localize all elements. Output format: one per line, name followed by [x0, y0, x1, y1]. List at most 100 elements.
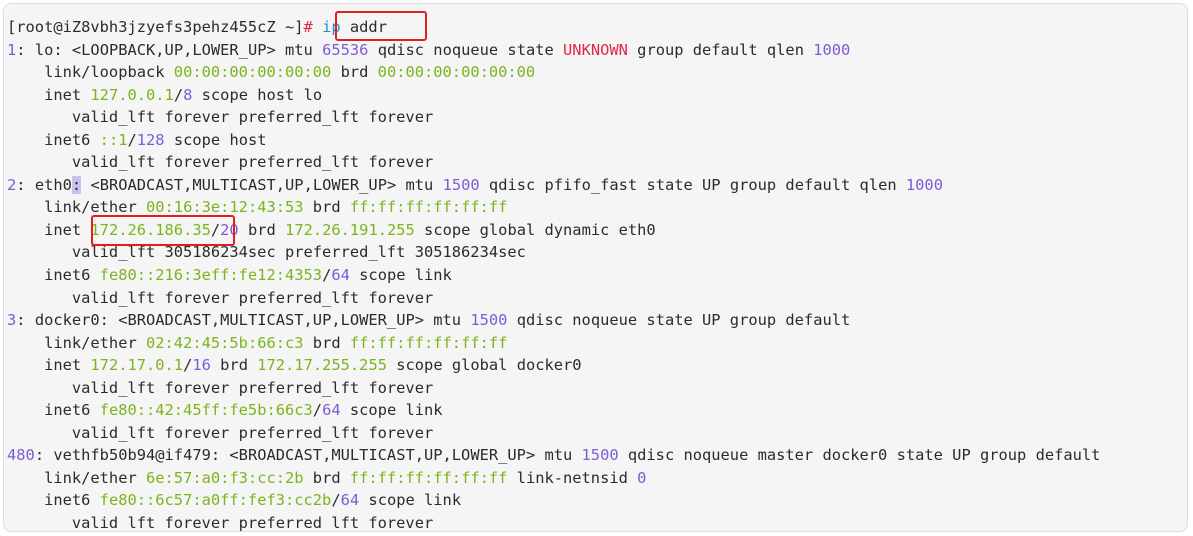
terminal-text-segment: scope host lo [192, 85, 323, 104]
terminal-text-segment: brd [303, 198, 350, 217]
terminal-text-segment: <BROADCAST,MULTICAST,UP,LOWER_UP> [90, 175, 397, 194]
terminal-text-segment: 1500 [581, 446, 619, 465]
terminal-window[interactable]: [root@iZ8vbh3jzyefs3pehz455cZ ~]# ip add… [3, 3, 1188, 532]
terminal-line: inet 172.26.186.35/20 brd 172.26.191.255… [7, 219, 1100, 242]
terminal-text-segment: 16 [192, 356, 211, 375]
terminal-text-segment: 02:42:45:5b:66:c3 [146, 333, 304, 352]
terminal-text-segment: 480 [7, 446, 35, 465]
terminal-text-segment: brd [238, 220, 286, 239]
terminal-text-segment: group default qlen [627, 40, 814, 59]
terminal-text-segment: link/loopback [7, 63, 174, 82]
terminal-text-segment: 3 [7, 311, 17, 330]
terminal-text-segment: scope global docker0 [386, 356, 582, 375]
terminal-text-segment: inet6 [7, 130, 100, 149]
terminal-text-segment: brd [331, 63, 378, 82]
terminal-line: inet6 fe80::216:3eff:fe12:4353/64 scope … [7, 264, 1100, 287]
terminal-text-segment: scope global dynamic eth0 [414, 220, 656, 239]
terminal-text-segment: 0 [637, 468, 647, 487]
terminal-text-segment: / [127, 130, 137, 149]
terminal-text-segment: 00:00:00:00:00:00 [377, 63, 536, 82]
terminal-line: valid_lft forever preferred_lft forever [7, 377, 1100, 400]
terminal-line: inet6 fe80::6c57:a0ff:fef3:cc2b/64 scope… [7, 489, 1100, 512]
terminal-text-segment: valid_lft forever preferred_lft forever [7, 288, 434, 307]
terminal-text-segment: inet6 [7, 266, 100, 285]
terminal-text-segment: valid_lft forever preferred_lft forever [7, 153, 434, 172]
terminal-text-segment: 20 [220, 220, 239, 239]
terminal-text-segment: valid_lft forever preferred_lft forever [7, 514, 434, 532]
terminal-text-segment: scope link [359, 491, 462, 510]
terminal-text-segment: valid_lft forever preferred_lft forever [7, 423, 434, 442]
terminal-text-segment: 00:00:00:00:00:00 [173, 63, 332, 82]
terminal-text-segment: 2 [7, 175, 17, 194]
terminal-text-segment: 64 [331, 266, 350, 285]
terminal-text-segment: 6e:57:a0:f3:cc:2b [146, 468, 304, 487]
terminal-line: 2: eth0: <BROADCAST,MULTICAST,UP,LOWER_U… [7, 174, 1100, 197]
terminal-text-segment: link/ether [7, 333, 146, 352]
terminal-text-segment: inet6 [7, 491, 100, 510]
terminal-text-segment: 64 [340, 491, 360, 510]
terminal-text-segment: 172.17.255.255 [257, 356, 387, 375]
terminal-text-segment: / [312, 401, 323, 420]
terminal-text-segment: link/ether [7, 198, 146, 217]
terminal-text-segment: qdisc noqueue state UP group default [507, 311, 851, 330]
terminal-line: link/ether 00:16:3e:12:43:53 brd ff:ff:f… [7, 196, 1100, 219]
terminal-text-segment: <BROADCAST,MULTICAST,UP,LOWER_UP> [229, 446, 536, 465]
terminal-text-segment: inet [7, 220, 91, 239]
terminal-text-segment: inet [7, 356, 91, 375]
terminal-text-segment: qdisc pfifo_fast state UP group default … [479, 175, 906, 194]
terminal-text-segment: : docker0: [16, 311, 119, 330]
terminal-text-segment: / [183, 356, 193, 375]
terminal-line: inet 172.17.0.1/16 brd 172.17.255.255 sc… [7, 354, 1100, 377]
terminal-text-segment: 00:16:3e:12:43:53 [146, 198, 304, 217]
terminal-line: 480: vethfb50b94@if479: <BROADCAST,MULTI… [7, 444, 1100, 467]
terminal-text-segment: valid_lft 305186234sec preferred_lft 305… [7, 243, 526, 262]
terminal-text-segment: / [210, 220, 221, 239]
terminal-text-segment: ip [322, 18, 341, 36]
terminal-text-segment: fe80::42:45ff:fe5b:66c3 [99, 401, 313, 420]
terminal-text-segment: <BROADCAST,MULTICAST,UP,LOWER_UP> [118, 311, 424, 330]
terminal-text-segment: valid_lft forever preferred_lft forever [7, 378, 434, 397]
terminal-line: valid_lft forever preferred_lft forever [7, 287, 1100, 310]
terminal-text-segment: mtu [275, 40, 323, 59]
terminal-output[interactable]: [root@iZ8vbh3jzyefs3pehz455cZ ~]# ip add… [7, 16, 1100, 532]
terminal-text-segment: brd [210, 356, 258, 375]
terminal-text-segment: 65536 [322, 40, 369, 59]
terminal-line: valid_lft forever preferred_lft forever [7, 151, 1100, 174]
terminal-text-segment: 8 [183, 85, 193, 104]
terminal-text-segment: brd [303, 333, 350, 352]
terminal-text-segment: 127.0.0.1 [90, 85, 174, 104]
terminal-text-segment: 128 [136, 130, 165, 149]
terminal-text-segment: mtu [396, 175, 443, 194]
terminal-line: inet6 fe80::42:45ff:fe5b:66c3/64 scope l… [7, 399, 1100, 422]
terminal-text-segment: qdisc noqueue master docker0 state UP gr… [618, 446, 1101, 465]
terminal-text-segment: addr [340, 18, 387, 36]
terminal-text-segment: 172.17.0.1 [90, 356, 184, 375]
terminal-text-segment: link-netnsid [507, 468, 638, 487]
terminal-text-segment: 172.26.186.35 [90, 220, 211, 239]
terminal-line: link/loopback 00:00:00:00:00:00 brd 00:0… [7, 61, 1100, 84]
terminal-text-segment: scope host [164, 130, 267, 149]
terminal-text-segment: ff:ff:ff:ff:ff:ff [349, 468, 508, 487]
terminal-line: inet6 ::1/128 scope host [7, 129, 1100, 152]
terminal-text-segment: inet [7, 85, 91, 104]
terminal-line: 3: docker0: <BROADCAST,MULTICAST,UP,LOWE… [7, 309, 1100, 332]
terminal-text-segment: 64 [322, 401, 341, 420]
terminal-text-segment: mtu [424, 311, 471, 330]
terminal-text-segment: 1500 [470, 311, 508, 330]
terminal-line: 1: lo: <LOOPBACK,UP,LOWER_UP> mtu 65536 … [7, 39, 1100, 62]
terminal-text-segment: ::1 [99, 130, 128, 149]
terminal-text-segment: <LOOPBACK,UP,LOWER_UP> [71, 40, 276, 59]
terminal-text-segment: mtu [535, 446, 582, 465]
terminal-text-segment: : lo: [16, 40, 72, 59]
terminal-text-segment: # [303, 18, 313, 36]
terminal-text-segment: [root@iZ8vbh3jzyefs3pehz455cZ ~] [7, 18, 304, 36]
terminal-line: link/ether 6e:57:a0:f3:cc:2b brd ff:ff:f… [7, 467, 1100, 490]
terminal-text-segment: qdisc noqueue state [368, 40, 564, 59]
terminal-text-segment: valid_lft forever preferred_lft forever [7, 108, 434, 127]
terminal-cursor: : [71, 175, 82, 194]
terminal-text-segment: : eth0 [16, 175, 72, 194]
terminal-text-segment: UNKNOWN [563, 40, 628, 59]
terminal-text-segment: brd [303, 468, 350, 487]
terminal-text-segment: / [322, 266, 332, 285]
